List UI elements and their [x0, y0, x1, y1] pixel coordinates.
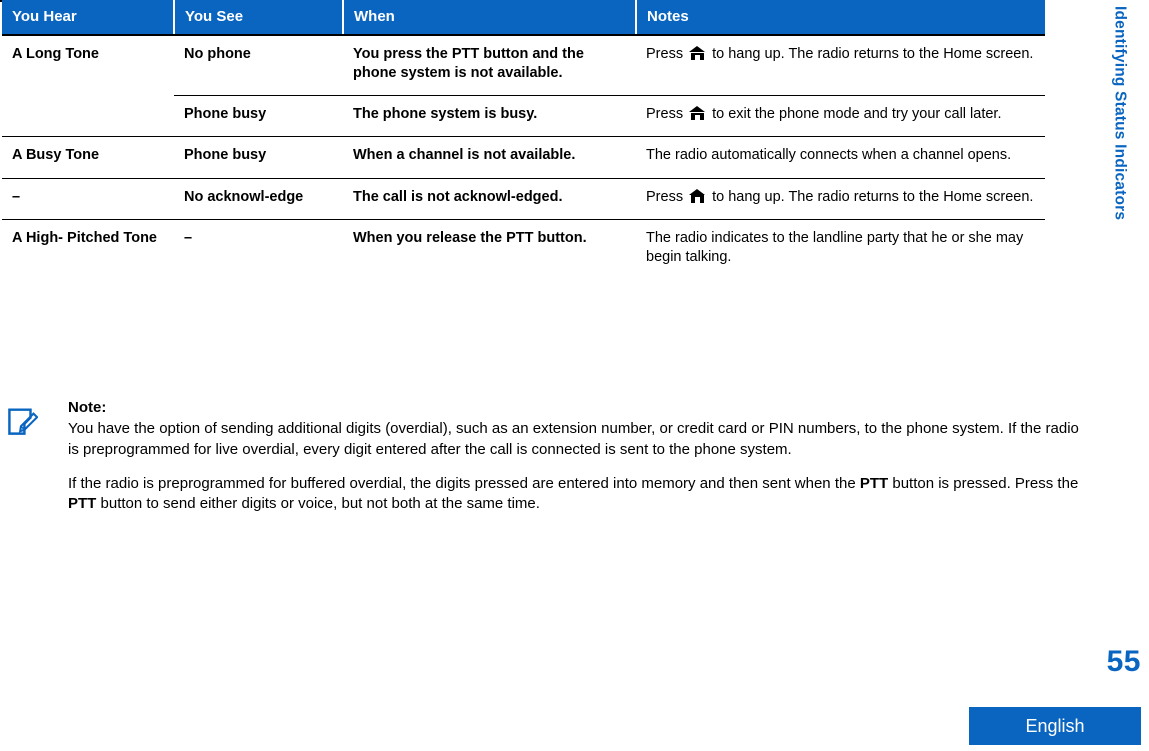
cell-when: The phone system is busy.	[343, 95, 636, 137]
cell-you-see: No acknowl-edge	[174, 177, 343, 220]
cell-you-see: –	[174, 218, 343, 279]
language-banner: English	[969, 707, 1141, 745]
language-label: English	[1025, 715, 1085, 736]
cell-you-hear: –	[2, 177, 174, 220]
cell-you-hear: A Busy Tone	[2, 136, 174, 178]
note-p2-bold-ptt-1: PTT	[859, 474, 889, 492]
cell-notes: The radio indicates to the landline part…	[636, 218, 1045, 279]
note-callout: Note: You have the option of sending add…	[0, 398, 1085, 514]
note-pencil-icon	[8, 408, 38, 435]
note-p2-part3: button to send either digits or voice, b…	[96, 495, 540, 512]
table-row: A Busy Tone Phone busy When a channel is…	[2, 136, 1045, 178]
note-body: Note: You have the option of sending add…	[68, 398, 1085, 514]
note-paragraph-1: You have the option of sending additiona…	[68, 420, 1079, 458]
notes-text-before: Press	[646, 46, 688, 62]
home-icon	[689, 46, 706, 60]
note-icon-cell	[0, 398, 68, 436]
column-header-you-hear: You Hear	[2, 0, 175, 36]
cell-notes: Press to hang up. The radio returns to t…	[636, 35, 1045, 96]
cell-you-see: Phone busy	[174, 136, 343, 178]
table-row: – No acknowl-edge The call is not acknow…	[2, 177, 1045, 220]
cell-you-hear: A High- Pitched Tone	[2, 218, 174, 279]
table-row: A High- Pitched Tone – When you release …	[2, 218, 1045, 279]
notes-text-after: to exit the phone mode and try your call…	[708, 106, 1002, 123]
notes-text-after: to hang up. The radio returns to the Hom…	[708, 46, 1034, 62]
cell-when: You press the PTT button and the phone s…	[353, 46, 584, 82]
cell-you-hear: A Long Tone	[12, 46, 99, 62]
cell-notes: Press to hang up. The radio returns to t…	[636, 177, 1045, 220]
cell-notes: Press to exit the phone mode and try you…	[636, 95, 1045, 137]
cell-notes: The radio automatically connects when a …	[636, 136, 1045, 178]
cell-you-see: Phone busy	[174, 95, 343, 137]
tone-table-frame: You Hear You See When Notes A Long Tone …	[0, 0, 1045, 279]
home-icon	[689, 106, 706, 121]
tone-indicator-table: You Hear You See When Notes A Long Tone …	[2, 0, 1045, 279]
side-running-head: Identifying Status Indicators	[1090, 0, 1149, 330]
table-header-row: You Hear You See When Notes	[2, 0, 1045, 36]
note-paragraph-2: If the radio is preprogrammed for buffer…	[68, 474, 1085, 515]
cell-when: The call is not acknowl-edged.	[343, 177, 636, 220]
cell-when: When a channel is not available.	[343, 136, 636, 178]
notes-text-after: to hang up. The radio returns to the Hom…	[708, 188, 1034, 205]
page-number: 55	[1106, 645, 1141, 678]
cell-you-see: No phone	[184, 46, 251, 62]
cell-when: When you release the PTT button.	[343, 218, 636, 279]
side-running-head-label: Identifying Status Indicators	[1111, 6, 1129, 221]
note-p2-bold-ptt-2: PTT	[68, 495, 97, 512]
column-header-when: When	[343, 0, 637, 36]
column-header-notes: Notes	[636, 0, 1045, 36]
table-row: A Long Tone No phone You press the PTT b…	[2, 35, 1045, 96]
note-p2-part2: button is pressed. Press the	[888, 474, 1079, 492]
note-title: Note:	[68, 399, 107, 416]
note-p2-part1: If the radio is preprogrammed for buffer…	[68, 474, 860, 492]
notes-text-before: Press	[646, 188, 688, 205]
notes-text-before: Press	[646, 106, 688, 123]
home-icon	[689, 188, 706, 203]
column-header-you-see: You See	[174, 0, 344, 36]
